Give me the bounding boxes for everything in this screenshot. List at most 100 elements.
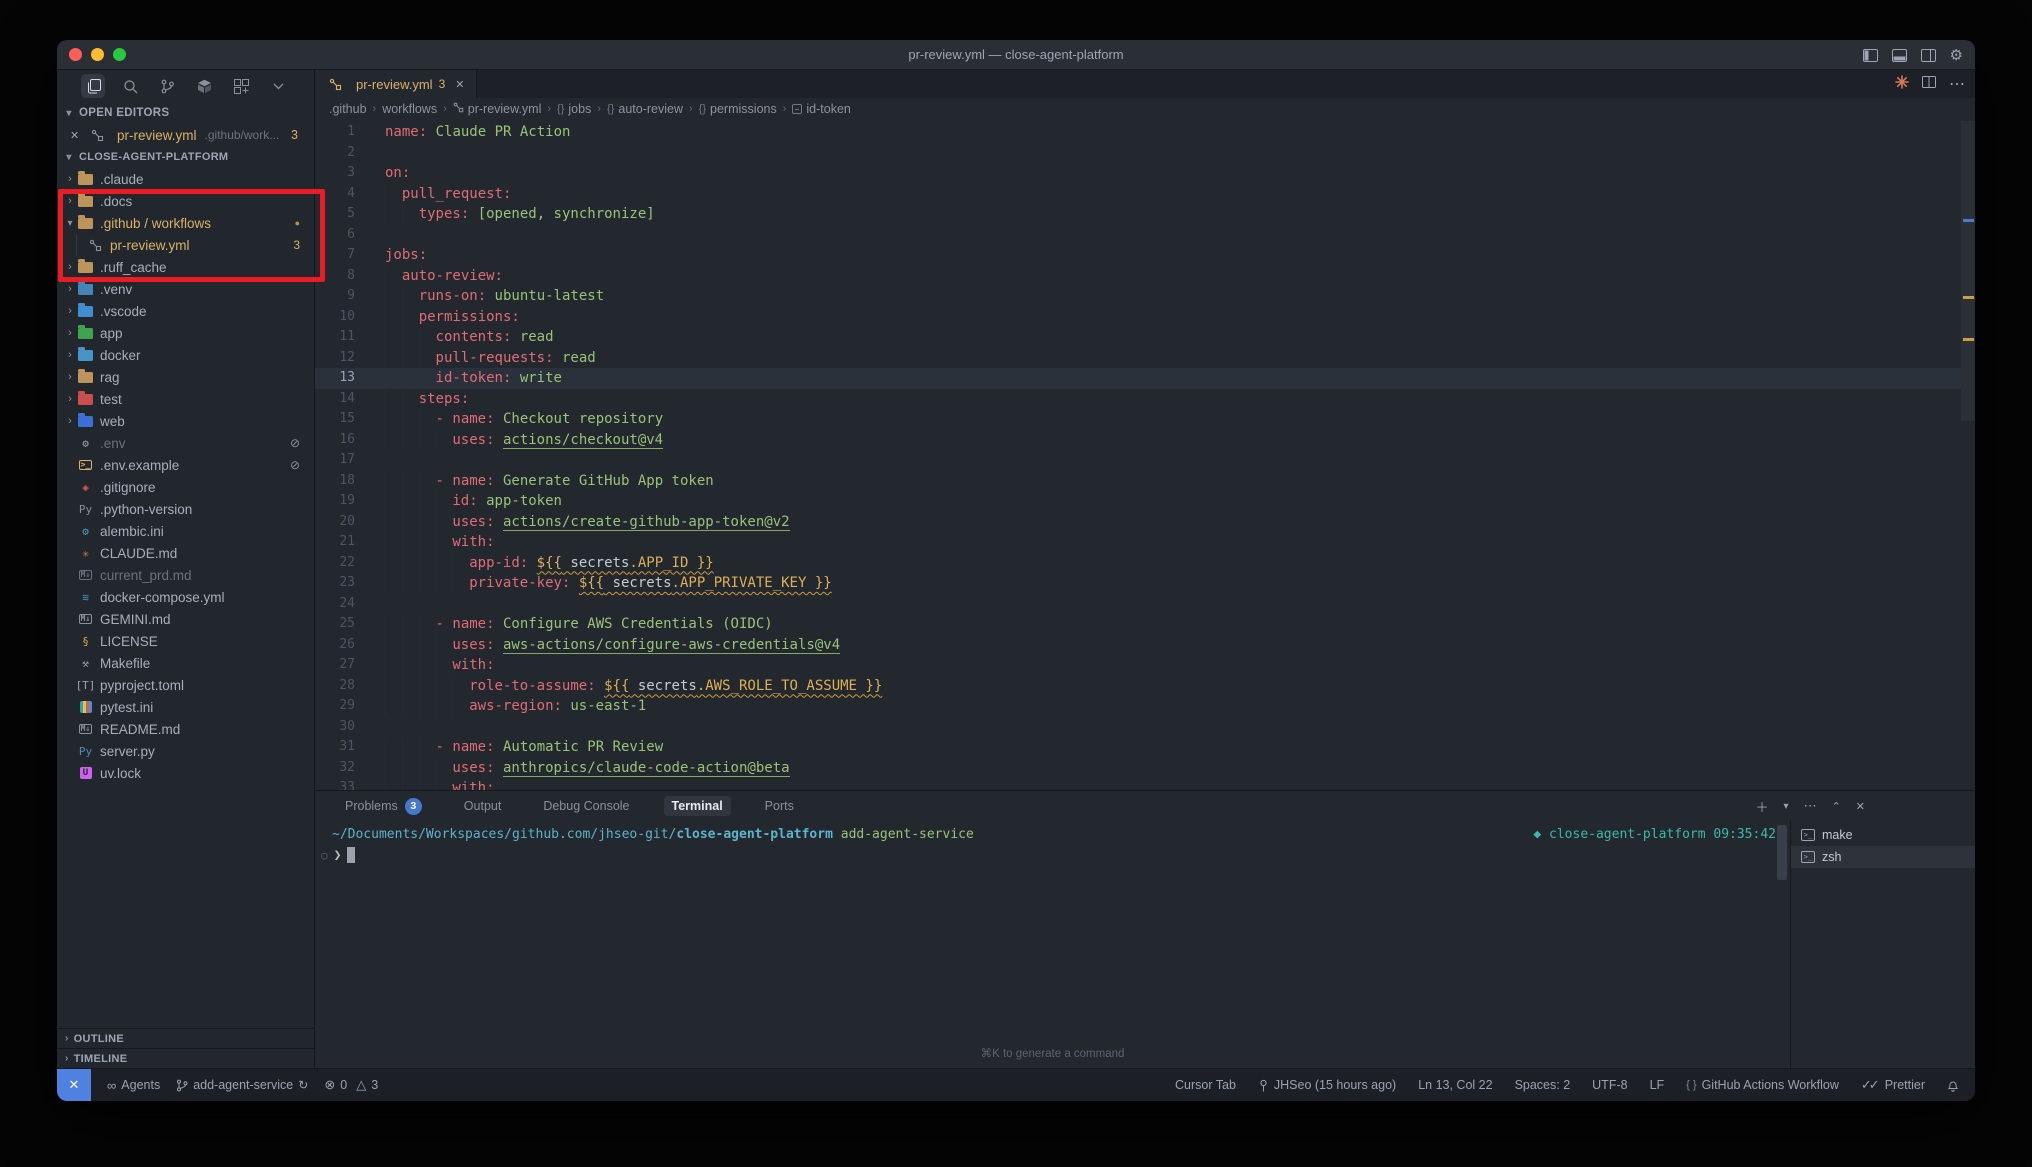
code-line-29[interactable]: 29 aws-region: us-east-1 xyxy=(315,696,1961,717)
code-line-25[interactable]: 25 - name: Configure AWS Credentials (OI… xyxy=(315,614,1961,635)
breadcrumb-item-workflows[interactable]: workflows xyxy=(382,102,437,116)
code-line-10[interactable]: 10 permissions: xyxy=(315,307,1961,328)
cursor-position-item[interactable]: Ln 13, Col 22 xyxy=(1418,1078,1492,1092)
tree-item-makefile[interactable]: ⚒Makefile xyxy=(57,652,314,674)
terminal-scrollbar[interactable] xyxy=(1777,825,1787,880)
tree-item-.claude[interactable]: ›.claude xyxy=(57,168,314,190)
panel-tab-debug-console[interactable]: Debug Console xyxy=(535,796,637,816)
terminal-view[interactable]: ~/Documents/Workspaces/github.com/jhseo-… xyxy=(315,821,1790,1068)
maximize-panel-icon[interactable]: ⌃ xyxy=(1832,800,1841,813)
eol-item[interactable]: LF xyxy=(1650,1078,1665,1092)
tree-item-docker-compose.yml[interactable]: ≋docker-compose.yml xyxy=(57,586,314,608)
tree-item-uv.lock[interactable]: Uuv.lock xyxy=(57,762,314,784)
tree-item-test[interactable]: ›test xyxy=(57,388,314,410)
code-line-23[interactable]: 23 private-key: ${{ secrets.APP_PRIVATE_… xyxy=(315,573,1961,594)
toggle-secondary-sidebar-icon[interactable] xyxy=(1921,49,1936,62)
code-line-27[interactable]: 27 with: xyxy=(315,655,1961,676)
panel-tab-terminal[interactable]: Terminal xyxy=(664,796,731,816)
tree-item-claude.md[interactable]: ✳CLAUDE.md xyxy=(57,542,314,564)
code-line-20[interactable]: 20 uses: actions/create-github-app-token… xyxy=(315,512,1961,533)
code-line-30[interactable]: 30 xyxy=(315,717,1961,738)
custom-view-icon[interactable] xyxy=(229,74,253,98)
code-line-31[interactable]: 31 - name: Automatic PR Review xyxy=(315,737,1961,758)
code-line-9[interactable]: 9 runs-on: ubuntu-latest xyxy=(315,286,1961,307)
git-blame-item[interactable]: JHSeo (15 hours ago) xyxy=(1258,1078,1396,1092)
code-line-4[interactable]: 4 pull_request: xyxy=(315,184,1961,205)
indentation-item[interactable]: Spaces: 2 xyxy=(1515,1078,1571,1092)
tree-item-rag[interactable]: ›rag xyxy=(57,366,314,388)
open-editors-header[interactable]: ▾ OPEN EDITORS xyxy=(57,102,314,124)
claude-icon[interactable] xyxy=(1895,75,1909,94)
code-line-7[interactable]: 7jobs: xyxy=(315,245,1961,266)
agents-status-item[interactable]: ∞ Agents xyxy=(107,1078,160,1093)
code-line-6[interactable]: 6 xyxy=(315,225,1961,246)
more-views-chevron-icon[interactable] xyxy=(266,74,290,98)
breadcrumb-item-auto-review[interactable]: {}auto-review xyxy=(607,102,683,116)
tree-item-alembic.ini[interactable]: ⚙alembic.ini xyxy=(57,520,314,542)
search-icon[interactable] xyxy=(118,74,142,98)
extensions-icon[interactable] xyxy=(192,74,216,98)
code-line-16[interactable]: 16 uses: actions/checkout@v4 xyxy=(315,430,1961,451)
new-terminal-icon[interactable]: ＋ xyxy=(1756,797,1769,816)
encoding-item[interactable]: UTF-8 xyxy=(1592,1078,1627,1092)
code-line-22[interactable]: 22 app-id: ${{ secrets.APP_ID }} xyxy=(315,553,1961,574)
panel-tab-problems[interactable]: Problems3 xyxy=(337,795,430,818)
code-line-15[interactable]: 15 - name: Checkout repository xyxy=(315,409,1961,430)
breadcrumb-item-jobs[interactable]: {}jobs xyxy=(557,102,591,116)
minimize-window-button[interactable] xyxy=(91,48,104,61)
breadcrumb-item--github[interactable]: .github xyxy=(329,102,367,116)
panel-more-actions-icon[interactable]: ⋯ xyxy=(1804,798,1817,814)
close-panel-icon[interactable]: ✕ xyxy=(1856,800,1865,813)
cursor-tab-toggle[interactable]: Cursor Tab xyxy=(1175,1078,1236,1092)
code-line-26[interactable]: 26 uses: aws-actions/configure-aws-crede… xyxy=(315,635,1961,656)
source-control-icon[interactable] xyxy=(155,74,179,98)
sidebar-section-timeline[interactable]: ›TIMELINE xyxy=(57,1048,314,1068)
code-line-1[interactable]: 1name: Claude PR Action xyxy=(315,122,1961,143)
terminal-dropdown-chevron-icon[interactable]: ▾ xyxy=(1784,801,1789,812)
terminal-instance-make[interactable]: >_make xyxy=(1791,824,1975,846)
more-actions-icon[interactable]: ⋯ xyxy=(1949,74,1965,94)
tree-item-pr-review.yml[interactable]: pr-review.yml3 xyxy=(57,234,314,256)
tree-item-server.py[interactable]: Pyserver.py xyxy=(57,740,314,762)
formatter-item[interactable]: ✓✓Prettier xyxy=(1861,1077,1925,1093)
settings-gear-icon[interactable]: ⚙ xyxy=(1950,48,1963,63)
code-line-11[interactable]: 11 contents: read xyxy=(315,327,1961,348)
code-line-18[interactable]: 18 - name: Generate GitHub App token xyxy=(315,471,1961,492)
tree-item-app[interactable]: ›app xyxy=(57,322,314,344)
panel-tab-output[interactable]: Output xyxy=(456,796,510,816)
code-line-2[interactable]: 2 xyxy=(315,143,1961,164)
tree-item-.python-version[interactable]: Py.python-version xyxy=(57,498,314,520)
split-editor-icon[interactable] xyxy=(1922,75,1936,93)
tree-item-.docs[interactable]: ›.docs xyxy=(57,190,314,212)
explorer-icon[interactable] xyxy=(81,74,105,98)
tree-item-license[interactable]: §LICENSE xyxy=(57,630,314,652)
code-line-5[interactable]: 5 types: [opened, synchronize] xyxy=(315,204,1961,225)
code-line-32[interactable]: 32 uses: anthropics/claude-code-action@b… xyxy=(315,758,1961,779)
code-line-21[interactable]: 21 with: xyxy=(315,532,1961,553)
breadcrumb-item-permissions[interactable]: {}permissions xyxy=(699,102,777,116)
tree-item-readme.md[interactable]: M↓README.md xyxy=(57,718,314,740)
tree-item-.env[interactable]: ⚙.env⊘ xyxy=(57,432,314,454)
problems-status-item[interactable]: ⊗ 0 △ 3 xyxy=(324,1077,378,1093)
code-line-19[interactable]: 19 id: app-token xyxy=(315,491,1961,512)
code-line-28[interactable]: 28 role-to-assume: ${{ secrets.AWS_ROLE_… xyxy=(315,676,1961,697)
tab-pr-review[interactable]: pr-review.yml 3 ✕ xyxy=(315,70,477,98)
code-line-24[interactable]: 24 xyxy=(315,594,1961,615)
code-line-33[interactable]: 33 with: xyxy=(315,778,1961,790)
toggle-primary-sidebar-icon[interactable] xyxy=(1863,49,1878,62)
code-line-13[interactable]: 13 id-token: write xyxy=(315,368,1961,389)
overview-ruler[interactable] xyxy=(1961,119,1975,790)
code-line-17[interactable]: 17 xyxy=(315,450,1961,471)
tree-item-web[interactable]: ›web xyxy=(57,410,314,432)
open-editor-item[interactable]: ✕ pr-review.yml .github/work... 3 xyxy=(57,124,314,146)
code-line-3[interactable]: 3on: xyxy=(315,163,1961,184)
tree-item-.github-workflows[interactable]: ▾.github / workflows● xyxy=(57,212,314,234)
language-mode-item[interactable]: { }GitHub Actions Workflow xyxy=(1686,1078,1839,1092)
sidebar-section-outline[interactable]: ›OUTLINE xyxy=(57,1028,314,1048)
toggle-panel-icon[interactable] xyxy=(1892,49,1907,62)
code-line-14[interactable]: 14 steps: xyxy=(315,389,1961,410)
project-root-header[interactable]: ▾ CLOSE-AGENT-PLATFORM xyxy=(57,146,314,168)
code-line-12[interactable]: 12 pull-requests: read xyxy=(315,348,1961,369)
code-editor[interactable]: 1name: Claude PR Action23on:4 pull_reque… xyxy=(315,119,1975,790)
tree-item-.ruff-cache[interactable]: ›.ruff_cache xyxy=(57,256,314,278)
